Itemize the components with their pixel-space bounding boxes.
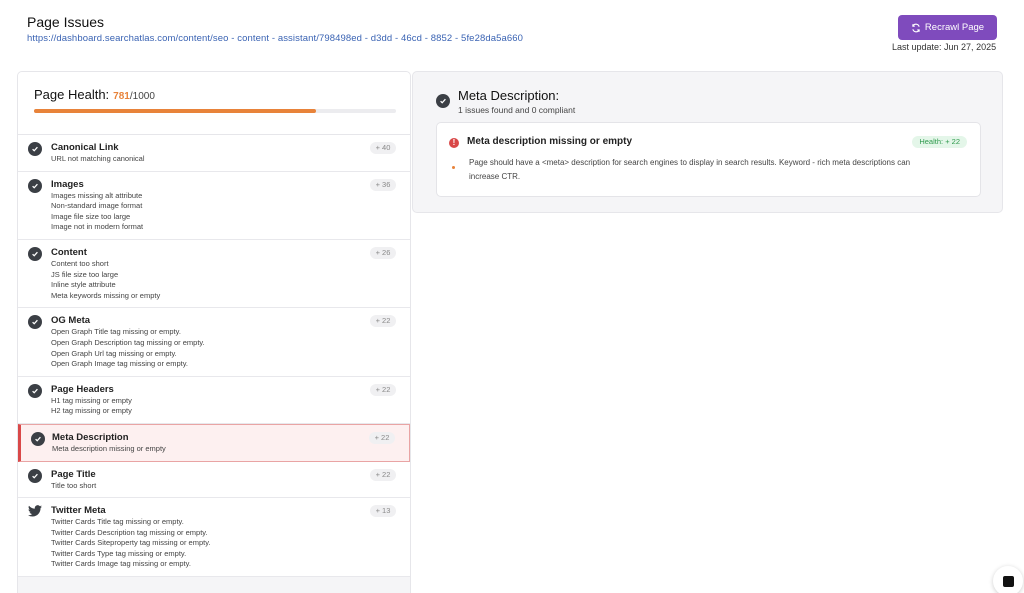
issue-detail-description: Page should have a <meta> description fo…	[469, 158, 911, 181]
page-header: Page Issues https://dashboard.searchatla…	[27, 14, 523, 44]
score-badge: + 40	[370, 142, 396, 154]
score-badge: + 13	[370, 505, 396, 518]
issue-subitem: Twitter Cards Image tag missing or empty…	[51, 559, 191, 569]
last-update-text: Last update: Jun 27, 2025	[892, 42, 997, 52]
issue-subitem: H2 tag missing or empty	[51, 406, 132, 416]
check-circle-icon	[28, 315, 42, 330]
issue-item-meta-description[interactable]: Meta Description Meta description missing…	[18, 423, 410, 462]
page-health-bar-fill	[34, 109, 317, 113]
bullet-icon	[452, 166, 455, 169]
issue-detail-card: ! Meta description missing or empty Heal…	[436, 122, 981, 197]
score-badge: + 22	[370, 468, 396, 481]
issue-detail-panel: Meta Description: 1 issues found and 0 c…	[412, 71, 1003, 213]
check-circle-icon	[28, 142, 42, 156]
page-health: Page Health: 781/1000	[18, 72, 410, 134]
issue-subitem: Meta keywords missing or empty	[51, 290, 161, 300]
issue-subitem: Open Graph Url tag missing or empty.	[51, 348, 177, 358]
check-circle-icon	[28, 178, 42, 193]
page-title: Page Issues	[27, 14, 105, 30]
score-badge: + 22	[369, 431, 395, 444]
page-health-bar	[34, 109, 396, 113]
issue-item-twitter-meta[interactable]: Twitter Meta Twitter Cards Title tag miss…	[18, 498, 410, 578]
chat-icon	[1002, 575, 1014, 587]
issue-item-page-headers[interactable]: Page Headers H1 tag missing or empty H2 ta…	[18, 377, 410, 424]
check-circle-icon	[31, 431, 45, 446]
issue-subitem: Content too short	[51, 258, 109, 268]
issue-subitem: Open Graph Image tag missing or empty.	[51, 359, 189, 369]
issue-subitem: Image not in modern format	[51, 222, 144, 232]
issue-subitem: Twitter Cards Siteproperty tag missing o…	[51, 538, 211, 548]
issue-subitem: URL not matching canonical	[51, 154, 145, 163]
page-health-max: /1000	[129, 91, 155, 102]
issue-item-images[interactable]: Images Images missing alt attribute Non-st…	[18, 172, 410, 240]
check-circle-icon	[28, 383, 42, 398]
issues-panel: Page Health: 781/1000 Canonical Link URL …	[17, 71, 411, 593]
issue-subitem: JS file size too large	[51, 269, 119, 279]
issue-subitem: Open Graph Title tag missing or empty.	[51, 327, 181, 337]
issue-title: Canonical Link	[51, 142, 119, 153]
issue-subitem: Twitter Cards Type tag missing or empty.	[51, 548, 187, 558]
score-badge: + 22	[370, 315, 396, 328]
twitter-bird-icon	[28, 505, 42, 517]
issue-subitem: Title too short	[51, 480, 97, 490]
detail-title: Meta Description:	[458, 88, 560, 103]
issue-item-content[interactable]: Content Content too short JS file size too…	[18, 240, 410, 309]
issue-subitem: Inline style attribute	[51, 280, 116, 290]
issue-subitem: Non-standard image format	[51, 201, 143, 211]
check-circle-icon	[28, 246, 42, 261]
check-circle-icon	[436, 94, 450, 108]
page-health-score: 781	[113, 91, 130, 102]
recrawl-page-button[interactable]: Recrawl Page	[898, 15, 997, 40]
issue-item-page-title[interactable]: Page Title Title too short + 22	[18, 462, 410, 499]
issue-subitem: Images missing alt attribute	[51, 190, 143, 200]
score-badge: + 22	[370, 383, 396, 396]
issue-item-canonical-link[interactable]: Canonical Link URL not matching canonical…	[18, 135, 410, 172]
issue-list: Canonical Link URL not matching canonical…	[18, 134, 410, 578]
issue-title: Content	[51, 246, 87, 258]
recrawl-page-label: Recrawl Page	[924, 22, 985, 33]
issue-title: Page Title	[51, 468, 96, 480]
issue-subitem: Open Graph Description tag missing or em…	[51, 337, 205, 347]
page-url-link[interactable]: https://dashboard.searchatlas.com/conten…	[27, 33, 523, 44]
score-badge: + 36	[370, 178, 396, 191]
issue-title: Page Headers	[51, 383, 114, 395]
issue-title: Images	[51, 178, 84, 190]
refresh-icon	[912, 23, 920, 32]
score-badge: + 26	[370, 246, 396, 259]
issue-subitem: Image file size too large	[51, 211, 131, 221]
chat-widget-button[interactable]	[993, 566, 1023, 593]
issue-detail-title: Meta description missing or empty	[467, 136, 633, 147]
issue-title: OG Meta	[51, 315, 91, 327]
issue-subitem: Twitter Cards Description tag missing or…	[51, 527, 208, 537]
issue-subitem: Twitter Cards Title tag missing or empty…	[51, 517, 184, 527]
issue-subitem: H1 tag missing or empty	[51, 395, 132, 405]
issue-title: Twitter Meta	[51, 505, 106, 517]
detail-summary: 1 issues found and 0 compliant	[458, 105, 576, 115]
check-circle-icon	[28, 468, 42, 483]
issue-title: Meta Description	[52, 431, 129, 443]
alert-icon: !	[449, 138, 459, 148]
issue-subitem: Meta description missing or empty	[52, 443, 166, 453]
page-health-label: Page Health:	[34, 87, 110, 102]
issue-item-og-meta[interactable]: OG Meta Open Graph Title tag missing or e…	[18, 308, 410, 377]
health-badge: Health: + 22	[912, 136, 967, 148]
